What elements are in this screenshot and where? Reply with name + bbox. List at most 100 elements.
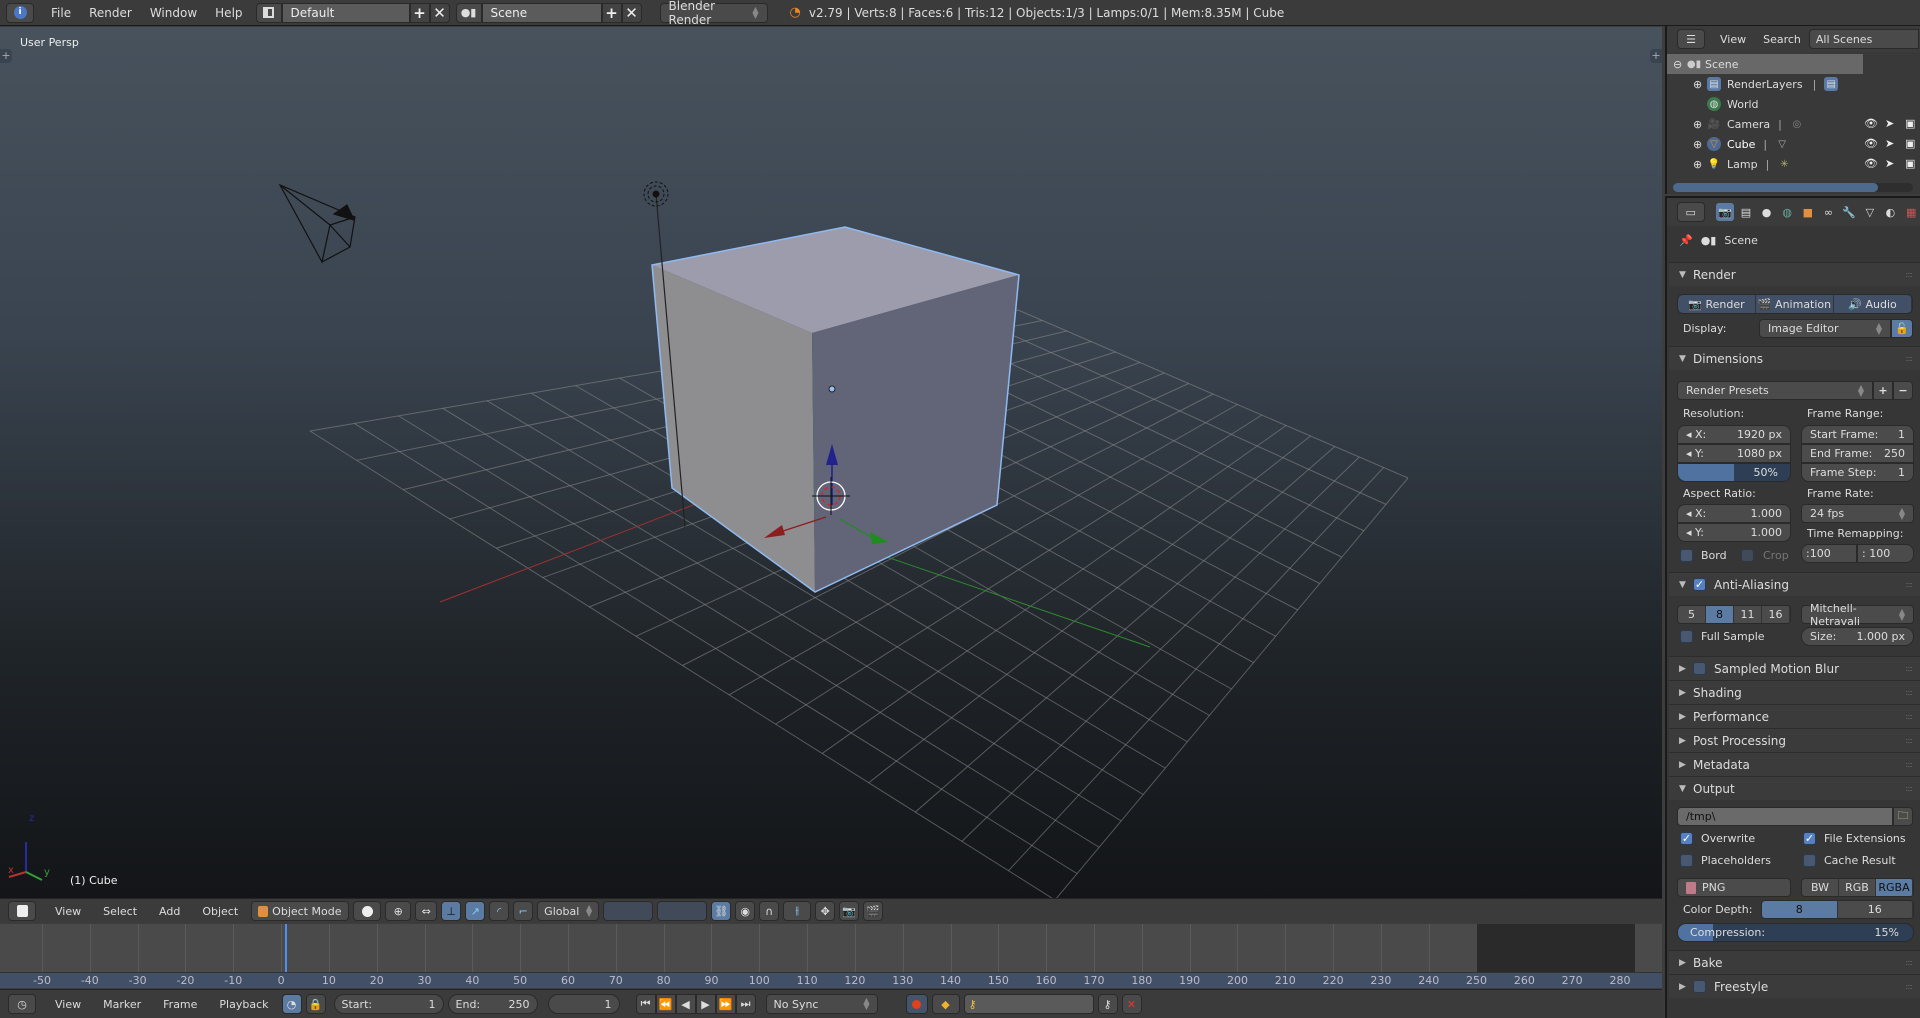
delete-screen-button[interactable]: ✕ <box>429 2 450 23</box>
time-remap-old-field[interactable]: :100 <box>1801 544 1857 563</box>
frame-rate-dropdown[interactable]: 24 fps ▲ ▼ <box>1801 504 1914 523</box>
mode-dropdown[interactable]: Object Mode <box>251 901 350 921</box>
menu-window[interactable]: Window <box>141 6 206 20</box>
drag-grip-icon[interactable]: :::: <box>1905 958 1913 967</box>
rotate-manipulator-button[interactable]: ◜ <box>489 901 510 921</box>
tl-menu-frame[interactable]: Frame <box>154 998 206 1011</box>
tl-menu-marker[interactable]: Marker <box>94 998 150 1011</box>
expand-icon[interactable]: ⊕ <box>1693 118 1707 131</box>
outliner-item-scene[interactable]: ⊖ ●▮ Scene <box>1667 54 1863 74</box>
resolution-x-field[interactable]: ◂ X: 1920 px <box>1677 425 1791 444</box>
animation-button[interactable]: 🎬 Animation <box>1756 295 1834 313</box>
remove-preset-button[interactable]: − <box>1893 381 1913 400</box>
aspect-y-field[interactable]: ◂ Y: 1.000 <box>1677 523 1791 542</box>
aa-size-field[interactable]: Size: 1.000 px <box>1801 627 1914 646</box>
editor-type-properties-button[interactable]: ▭ <box>1677 202 1705 222</box>
tab-data[interactable]: ▽ <box>1861 203 1879 221</box>
file-format-dropdown[interactable]: PNG <box>1677 878 1791 897</box>
panel-render-header[interactable]: ▼ Render:::: <box>1669 262 1920 286</box>
lock-interface-button[interactable]: 🔓 <box>1891 319 1913 338</box>
panel-antialiasing-header[interactable]: ▼ ✓ Anti-Aliasing:::: <box>1669 572 1920 596</box>
file-extensions-checkbox[interactable]: ✓ <box>1803 832 1816 845</box>
expand-icon[interactable]: ⊕ <box>1693 138 1707 151</box>
antialiasing-checkbox[interactable]: ✓ <box>1693 578 1706 591</box>
cache-result-checkbox[interactable] <box>1803 854 1816 867</box>
menu-render[interactable]: Render <box>80 6 141 20</box>
tab-constraints[interactable]: ∞ <box>1820 203 1838 221</box>
border-checkbox[interactable] <box>1680 549 1693 562</box>
end-frame-field[interactable]: End: 250 <box>447 994 538 1014</box>
add-preset-button[interactable]: + <box>1873 381 1893 400</box>
drag-grip-icon[interactable]: :::: <box>1905 270 1913 279</box>
outliner-scrollbar[interactable] <box>1673 183 1913 192</box>
collapse-icon[interactable]: ⊖ <box>1673 58 1687 71</box>
menu-object[interactable]: Object <box>193 905 247 918</box>
placeholders-checkbox[interactable] <box>1680 854 1693 867</box>
select-cursor-icon[interactable]: ➤ <box>1885 117 1894 130</box>
resolution-y-field[interactable]: ◂ Y: 1080 px <box>1677 444 1791 463</box>
keying-set-field[interactable]: ⚷ <box>963 994 1094 1014</box>
add-screen-button[interactable]: + <box>409 2 430 23</box>
snap-target-button[interactable]: ✥ <box>815 901 836 921</box>
keying-mode-dropdown[interactable]: ◆ <box>931 994 960 1014</box>
select-cursor-icon[interactable]: ➤ <box>1885 157 1894 170</box>
transform-orientation-dropdown[interactable]: Global ▲ ▼ <box>537 901 600 921</box>
preview-range-toggle[interactable]: ◔ <box>281 994 302 1014</box>
aa-sample-8[interactable]: 8 <box>1706 606 1734 623</box>
render-camera-icon[interactable]: ▣ <box>1905 157 1915 170</box>
resolution-percentage-slider[interactable]: 50% <box>1677 463 1791 482</box>
auto-keying-button[interactable] <box>905 994 928 1014</box>
menu-select[interactable]: Select <box>94 905 146 918</box>
manipulator-toggle[interactable]: ⇔ <box>415 901 438 921</box>
tl-menu-playback[interactable]: Playback <box>210 998 277 1011</box>
color-mode-rgb[interactable]: RGB <box>1839 879 1876 896</box>
editor-type-info-button[interactable]: i <box>6 2 34 23</box>
tab-render[interactable]: 📷 <box>1716 203 1735 221</box>
render-opengl-animation-button[interactable]: 🎬 <box>863 901 884 921</box>
jump-end-button[interactable]: ⏭ <box>735 994 756 1014</box>
menu-help[interactable]: Help <box>206 6 251 20</box>
start-frame-field[interactable]: Start Frame: 1 <box>1801 425 1914 444</box>
properties-shelf-toggle[interactable]: + <box>1650 49 1662 63</box>
layers-grid-1[interactable] <box>603 901 654 921</box>
motion-blur-checkbox[interactable] <box>1693 662 1706 675</box>
color-depth-8[interactable]: 8 <box>1762 901 1838 918</box>
3d-viewport[interactable]: User Persp + + z x y (1) Cube <box>0 27 1662 898</box>
freestyle-checkbox[interactable] <box>1693 980 1706 993</box>
playhead[interactable] <box>284 924 287 972</box>
tab-scene[interactable]: ● <box>1758 203 1776 221</box>
lock-camera-layers-button[interactable]: ⛓ <box>711 901 732 921</box>
outliner-item-renderlayers[interactable]: ⊕ ▤ RenderLayers | ▤ <box>1667 74 1920 94</box>
drag-grip-icon[interactable]: :::: <box>1905 982 1913 991</box>
outliner-menu-view[interactable]: View <box>1711 33 1755 46</box>
layers-grid-2[interactable] <box>657 901 708 921</box>
snap-toggle[interactable]: ∩ <box>759 901 780 921</box>
aspect-x-field[interactable]: ◂ X: 1.000 <box>1677 504 1791 523</box>
start-frame-field[interactable]: Start: 1 <box>333 994 444 1014</box>
browse-folder-button[interactable]: 🗀 <box>1893 807 1913 826</box>
overwrite-checkbox[interactable]: ✓ <box>1680 832 1693 845</box>
tab-texture[interactable]: ▦ <box>1902 203 1920 221</box>
render-camera-icon[interactable]: ▣ <box>1905 137 1915 150</box>
editor-type-outliner-button[interactable]: ☰ <box>1677 29 1705 49</box>
panel-dimensions-header[interactable]: ▼ Dimensions:::: <box>1669 346 1920 370</box>
tab-object[interactable]: ■ <box>1799 203 1817 221</box>
insert-keyframe-button[interactable]: ⚷ <box>1097 994 1118 1014</box>
add-scene-button[interactable]: + <box>601 2 622 23</box>
snap-element-dropdown[interactable]: ⫲ <box>783 901 812 921</box>
end-frame-field[interactable]: End Frame: 250 <box>1801 444 1914 463</box>
panel-sampled-motion-blur-header[interactable]: ▶ Sampled Motion Blur:::: <box>1669 656 1920 680</box>
panel-bake-header[interactable]: ▶ Bake:::: <box>1669 950 1920 974</box>
aa-sample-11[interactable]: 11 <box>1734 606 1762 623</box>
outliner-item-cube[interactable]: ⊕ ▽ Cube | ▽ <box>1667 134 1920 154</box>
play-reverse-button[interactable]: ◀ <box>675 994 696 1014</box>
menu-add[interactable]: Add <box>150 905 189 918</box>
menu-view[interactable]: View <box>46 905 90 918</box>
panel-output-header[interactable]: ▼ Output:::: <box>1669 776 1920 800</box>
proportional-editing-button[interactable]: ◉ <box>735 901 756 921</box>
aa-filter-dropdown[interactable]: Mitchell-Netravali ▲ ▼ <box>1801 602 1914 628</box>
lock-time-cursor-button[interactable]: 🔒 <box>305 994 326 1014</box>
crop-checkbox[interactable] <box>1741 549 1754 562</box>
panel-post-processing-header[interactable]: ▶ Post Processing:::: <box>1669 728 1920 752</box>
tab-render-layers[interactable]: ▤ <box>1737 203 1755 221</box>
